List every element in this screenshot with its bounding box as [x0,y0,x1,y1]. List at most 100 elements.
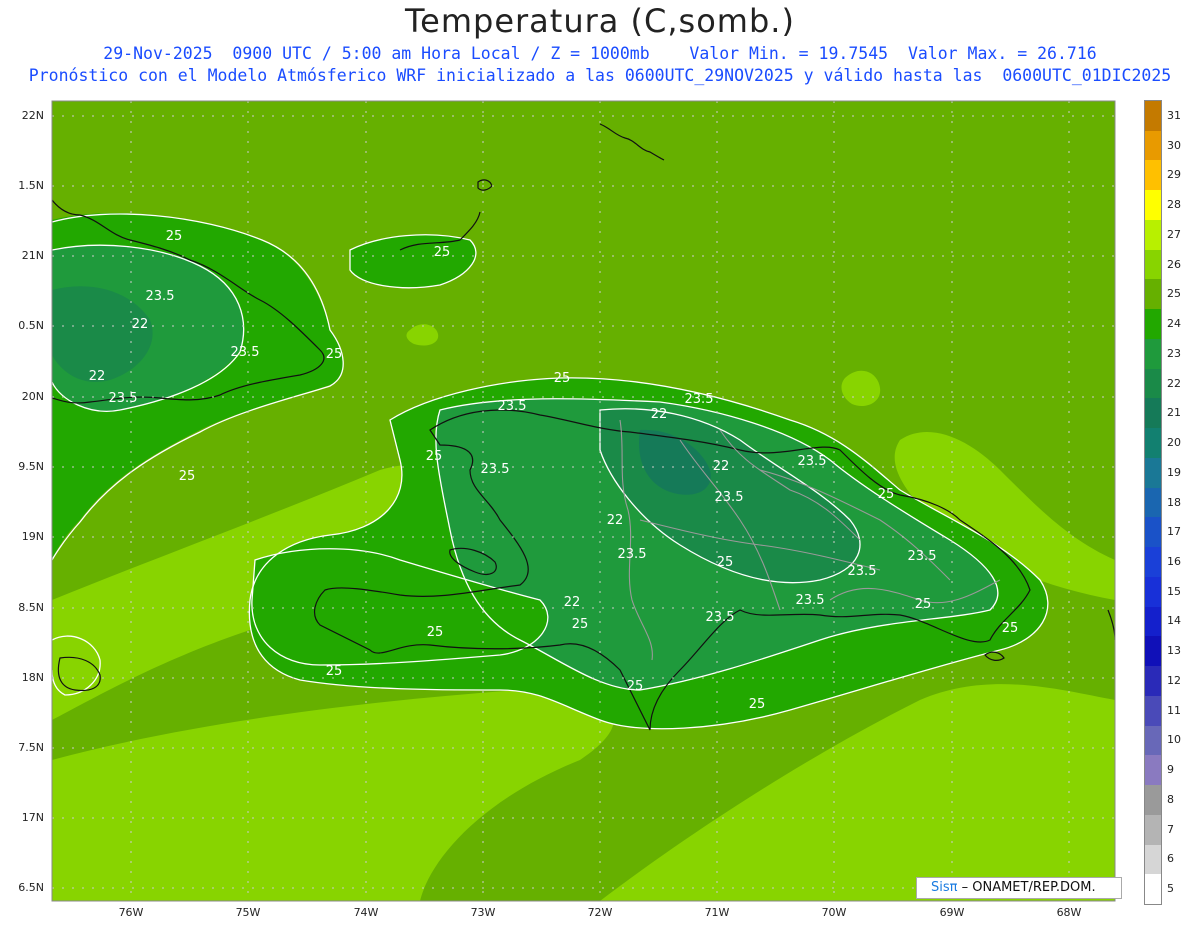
legend-swatch [1145,219,1161,251]
lat-label: 0.5N [18,319,44,332]
legend-swatch [1145,517,1161,548]
legend-label: 5 [1167,882,1174,896]
contour-label: 25 [426,449,443,464]
contour-label: 25 [179,469,196,484]
legend-label: 30 [1167,138,1181,152]
legend-swatch [1145,814,1161,845]
legend-label: 18 [1167,495,1181,509]
contour-label: 23.5 [848,564,877,579]
legend-label: 25 [1167,287,1181,301]
legend-label: 15 [1167,584,1181,598]
lon-label: 68W [1056,906,1082,919]
lon-label: 69W [939,906,965,919]
model-info-line: Pronóstico con el Modelo Atmósferico WRF… [28,66,1172,85]
contour-label: 25 [627,679,644,694]
legend-label: 11 [1167,703,1181,717]
lat-label: 22N [21,109,44,122]
contour-label: 25 [749,697,766,712]
lat-label: 1.5N [18,179,44,192]
contour-label: 23.5 [715,490,744,505]
lat-label: 20N [21,390,44,403]
legend-label: 26 [1167,257,1181,271]
legend-label: 8 [1167,792,1174,806]
legend-swatch [1145,101,1161,132]
legend-swatch [1145,636,1161,667]
legend-label: 24 [1167,317,1181,331]
contour-label: 25 [326,347,343,362]
valid-time-line: 29-Nov-2025 0900 UTC / 5:00 am Hora Loca… [103,44,1097,63]
legend-swatch [1145,368,1161,399]
legend-label: 9 [1167,763,1174,777]
lon-label: 73W [470,906,496,919]
legend-label: 7 [1167,822,1174,836]
legend-swatch [1145,785,1161,816]
legend-swatch [1145,457,1161,489]
legend-swatch [1145,576,1161,608]
lon-label: 72W [587,906,613,919]
contour-label: 25 [717,555,734,570]
legend-label: 12 [1167,673,1181,687]
contour-label: 22 [607,513,624,528]
contour-label: 23.5 [231,345,260,360]
legend-swatch [1145,398,1161,429]
lon-label: 71W [704,906,730,919]
contour-label: 25 [1002,621,1019,636]
legend-label: 10 [1167,733,1181,747]
contour-label: 23.5 [908,549,937,564]
contour-label: 23.5 [109,391,138,406]
contour-label: 25 [166,229,183,244]
contour-label: 25 [915,597,932,612]
legend-label: 20 [1167,436,1181,450]
lat-label: 6.5N [18,881,44,894]
contour-label: 23.5 [146,289,175,304]
legend-swatch [1145,160,1161,191]
lon-label: 74W [353,906,379,919]
lat-label: 21N [21,249,44,262]
lat-label: 17N [21,811,44,824]
legend-swatch [1145,755,1161,786]
contour-label: 22 [564,595,581,610]
legend-label: 16 [1167,554,1181,568]
contour-label: 25 [434,245,451,260]
legend-swatch [1145,666,1161,697]
temperature-map: 252523.52223.5 252223.5252523.52223.52523… [51,100,1116,902]
legend-swatch [1145,279,1161,310]
legend-swatch [1145,249,1161,280]
legend-label: 17 [1167,525,1181,539]
contour-label: 23.5 [706,610,735,625]
legend-swatch [1145,190,1161,221]
sispi-logo: Sisπ [931,880,958,895]
contour-label: 23.5 [685,392,714,407]
legend-label: 31 [1167,108,1181,122]
contour-label: 22 [89,369,106,384]
contour-label: 22 [651,407,668,422]
map-title: Temperatura (C,somb.) [405,2,795,40]
legend-swatch [1145,130,1161,161]
legend-label: 19 [1167,465,1181,479]
credit-org: – ONAMET/REP.DOM. [957,880,1096,895]
legend-label: 27 [1167,227,1181,241]
contour-label: 25 [572,617,589,632]
contour-label: 22 [132,317,149,332]
credit-box: Sisπ – ONAMET/REP.DOM. [916,877,1122,899]
legend-swatch [1145,487,1161,518]
contour-label: 23.5 [618,547,647,562]
legend-swatch [1145,695,1161,727]
legend-label: 13 [1167,644,1181,658]
lat-label: 19N [21,530,44,543]
legend-swatch [1145,338,1161,370]
color-legend [1144,100,1162,905]
contour-label: 23.5 [796,593,825,608]
lat-label: 9.5N [18,460,44,473]
contour-label: 22 [713,459,730,474]
lon-label: 75W [235,906,261,919]
contour-label: 23.5 [498,399,527,414]
contour-label: 23.5 [798,454,827,469]
contour-label: 23.5 [481,462,510,477]
legend-swatch [1145,725,1161,756]
contour-label: 25 [554,371,571,386]
contour-label: 25 [427,625,444,640]
legend-label: 28 [1167,198,1181,212]
lat-label: 18N [21,671,44,684]
contour-label: 25 [326,664,343,679]
